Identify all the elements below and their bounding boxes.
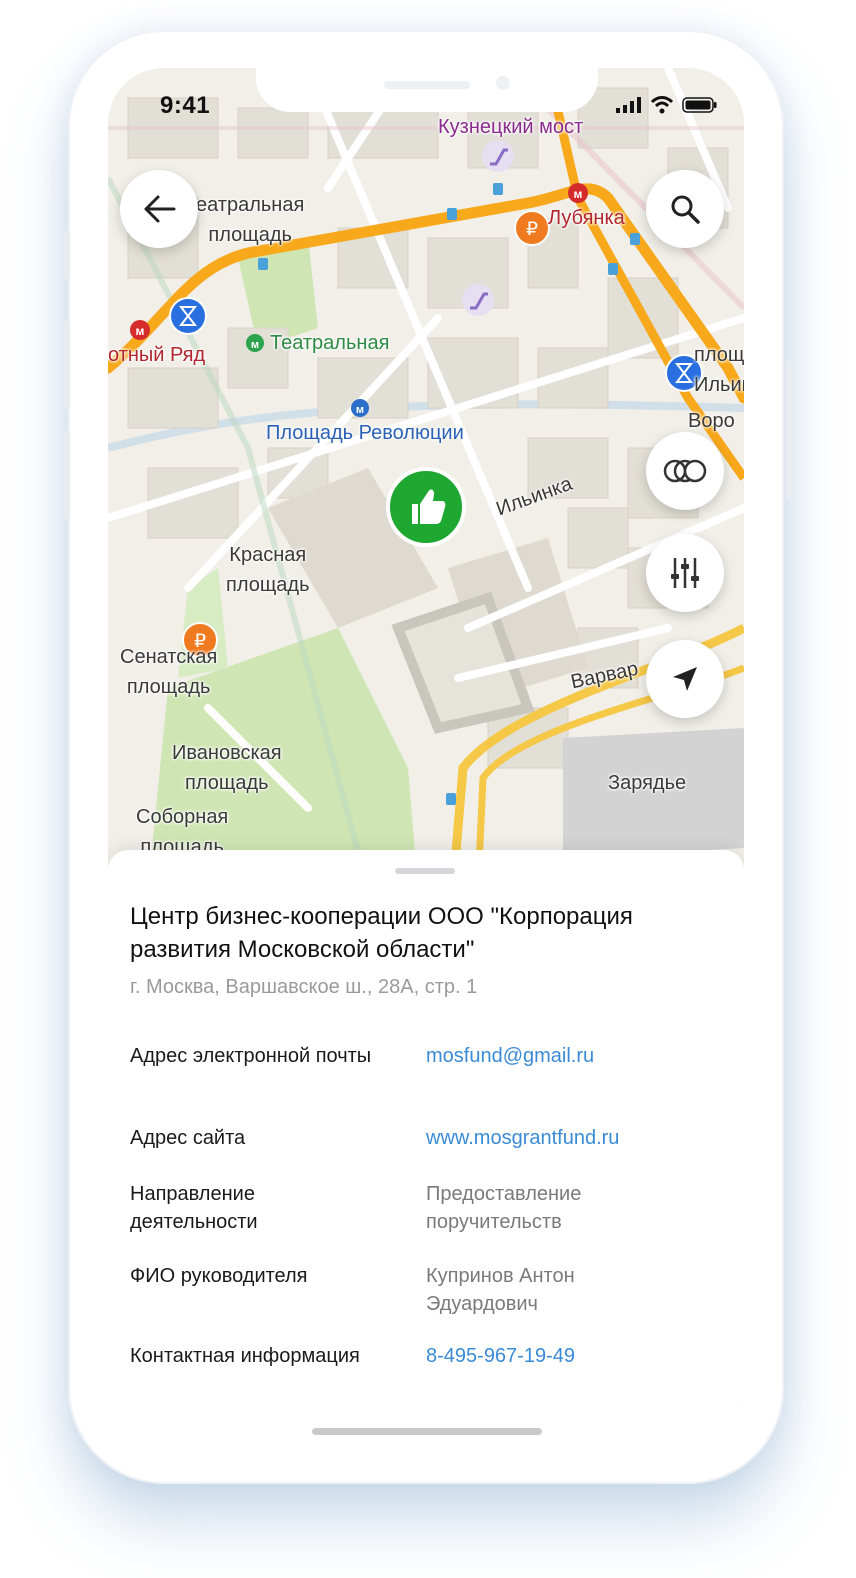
my-location-button[interactable] [646, 640, 724, 718]
sheet-grabber[interactable] [395, 868, 455, 874]
map-label-ivanovskaya: Ивановская площадь [172, 742, 282, 794]
metro-marker[interactable]: м [568, 183, 588, 203]
map-label-ploshad-revolyutsii: Площадь Революции [266, 422, 464, 444]
filters-button[interactable] [646, 534, 724, 612]
cellular-signal-icon [616, 97, 641, 113]
metro-marker[interactable]: м [246, 334, 264, 352]
layers-icon [663, 459, 707, 483]
power-button [786, 360, 792, 500]
battery-icon [682, 97, 717, 113]
website-label: Адрес сайта [130, 1127, 246, 1149]
map-label-vorota: Воро [688, 410, 735, 432]
volume-up-button [64, 320, 70, 410]
volume-down-button [64, 430, 70, 520]
phone-link[interactable]: 8-495-967-19-49 [426, 1342, 726, 1370]
email-label: Адрес электронной почты [130, 1045, 372, 1067]
screen: м м м м ₽ ₽ Кузнецкий мост еатральная пл… [108, 68, 744, 1448]
escalator-poi-icon[interactable] [462, 284, 494, 316]
status-icons [616, 96, 718, 114]
svg-text:₽: ₽ [526, 218, 538, 240]
place-address: г. Москва, Варшавское ш., 28А, стр. 1 [130, 976, 478, 998]
map-label-krasnaya-ploshad: Красная площадь [226, 544, 310, 596]
status-time: 9:41 [160, 92, 211, 119]
map-label-teatralnaya-ploshad: еатральная площадь [196, 194, 305, 246]
wifi-icon [650, 96, 674, 114]
search-icon [671, 195, 700, 224]
front-camera [496, 76, 510, 90]
map-label-okhotny-ryad: отный Ряд [108, 344, 206, 366]
map-label-senatskaya: Сенатская площадь [120, 646, 218, 698]
place-title: Центр бизнес-кооперации ООО "Корпорация … [130, 903, 633, 963]
activity-label: Направление деятельности [130, 1183, 258, 1233]
metro-marker[interactable]: м [130, 320, 150, 340]
hourglass-poi-icon[interactable] [169, 297, 207, 335]
map-label-lubyanka: Лубянка [548, 207, 625, 229]
contact-label: Контактная информация [130, 1345, 360, 1367]
map-label-ploshad-ilyinskie: площа Ильинс [694, 344, 744, 396]
map-label-kuznetsky-most: Кузнецкий мост [438, 116, 584, 138]
svg-text:м: м [356, 404, 364, 416]
map-label-zaryadye: Зарядье [608, 772, 687, 794]
website-link[interactable]: www.mosgrantfund.ru [426, 1124, 726, 1152]
metro-marker[interactable]: м [351, 399, 369, 417]
device-notch [256, 68, 598, 112]
home-indicator[interactable] [312, 1428, 542, 1435]
selected-place-marker[interactable] [386, 467, 466, 547]
sliders-icon [671, 558, 699, 588]
map-label-teatralnaya-metro: Театральная [270, 332, 390, 354]
svg-text:м: м [574, 187, 583, 201]
search-button[interactable] [646, 170, 724, 248]
activity-value: Предоставление поручительств [426, 1183, 582, 1233]
arrow-left-icon [144, 195, 176, 223]
speaker-grille [384, 81, 470, 89]
director-label: ФИО руководителя [130, 1265, 308, 1287]
svg-text:м: м [251, 339, 259, 351]
svg-text:м: м [136, 324, 145, 338]
email-link[interactable]: mosfund@gmail.ru [426, 1042, 726, 1070]
mute-switch [64, 230, 70, 280]
layers-button[interactable] [646, 432, 724, 510]
director-value: Купринов Антон Эдуардович [426, 1265, 575, 1315]
escalator-poi-icon[interactable] [482, 140, 514, 172]
back-button[interactable] [120, 170, 198, 248]
place-details-sheet[interactable]: Центр бизнес-кооперации ООО "Корпорация … [108, 850, 744, 1448]
bank-poi-icon[interactable]: ₽ [514, 210, 550, 246]
navigation-arrow-icon [673, 667, 697, 691]
